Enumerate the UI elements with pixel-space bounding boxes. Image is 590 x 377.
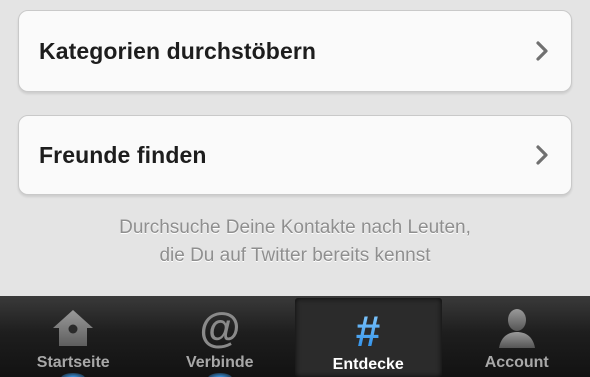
tab-connect[interactable]: @ Verbinde — [147, 296, 294, 377]
svg-text:#: # — [356, 307, 380, 354]
tab-bar: Startseite @ Verbinde # Entdecke Account — [0, 296, 590, 377]
tab-discover[interactable]: # Entdecke — [295, 298, 442, 377]
tab-account-label: Account — [484, 354, 549, 371]
at-icon: @ — [199, 304, 240, 351]
discover-screen: Kategorien durchstöbern Freunde finden D… — [0, 0, 590, 296]
browse-categories-row[interactable]: Kategorien durchstöbern — [18, 10, 572, 92]
home-icon — [53, 310, 94, 346]
find-friends-label: Freunde finden — [39, 141, 207, 168]
tab-connect-label: Verbinde — [185, 354, 254, 371]
tab-discover-label: Entdecke — [332, 356, 404, 373]
chevron-right-icon — [536, 145, 548, 165]
svg-text:@: @ — [199, 304, 240, 351]
tab-account[interactable]: Account — [444, 296, 590, 377]
tab-home-label: Startseite — [36, 354, 110, 371]
chevron-right-icon — [536, 41, 548, 61]
notification-glow — [207, 373, 232, 377]
hint-line-1: Durchsuche Deine Kontakte nach Leuten, — [119, 217, 471, 238]
find-friends-row[interactable]: Freunde finden — [18, 115, 572, 195]
hint-line-2: die Du auf Twitter bereits kennst — [159, 245, 431, 266]
find-friends-hint: Durchsuche Deine Kontakte nach Leuten, d… — [0, 214, 590, 270]
hash-icon: # — [356, 307, 380, 354]
person-icon — [498, 309, 535, 348]
tab-home[interactable]: Startseite — [0, 296, 147, 377]
notification-glow — [61, 373, 86, 377]
browse-categories-label: Kategorien durchstöbern — [39, 37, 317, 64]
